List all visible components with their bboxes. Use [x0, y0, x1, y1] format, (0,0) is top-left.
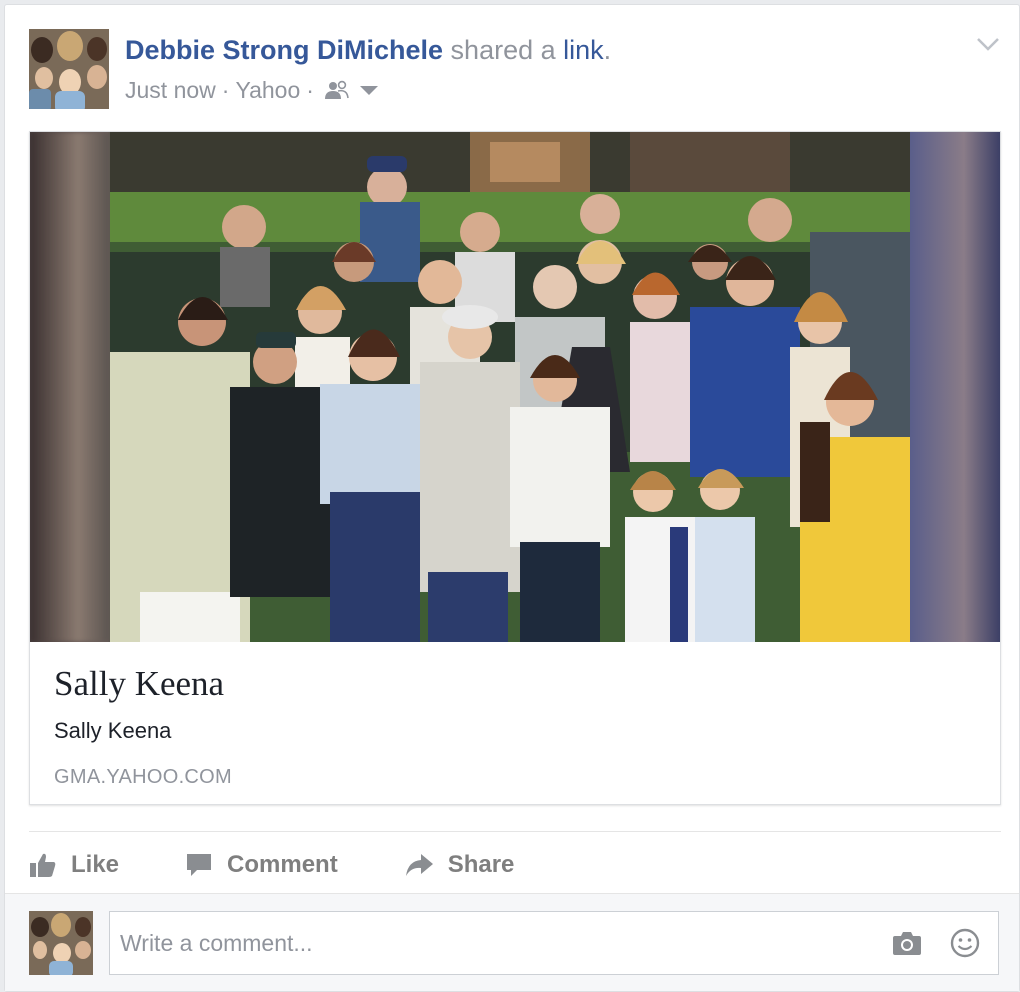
preview-domain: GMA.YAHOO.COM	[54, 766, 232, 788]
shared-link[interactable]: link	[563, 35, 604, 65]
group-photo	[110, 132, 920, 642]
like-label: Like	[71, 851, 120, 878]
author-avatar[interactable]	[29, 29, 109, 109]
comment-icon	[187, 854, 212, 876]
header-period: .	[603, 35, 612, 65]
post-meta: Just now · Yahoo ·	[125, 75, 380, 105]
comment-box	[109, 911, 999, 975]
commenter-avatar[interactable]	[29, 911, 93, 975]
audience-selector[interactable]	[324, 80, 380, 100]
like-button[interactable]: Like	[29, 851, 119, 879]
post-header-line: Debbie Strong DiMichele shared a link.	[125, 33, 611, 67]
camera-icon[interactable]	[892, 930, 922, 956]
emoji-icon[interactable]	[950, 928, 980, 958]
post-actions: Like Comment Share	[29, 845, 580, 885]
shared-text: shared a	[443, 35, 564, 65]
thumbs-up-icon	[30, 853, 56, 877]
image-blur-edge-right	[910, 132, 1000, 642]
share-arrow-icon	[405, 854, 433, 876]
meta-separator-2: ·	[306, 77, 314, 103]
link-preview[interactable]: Sally Keena Sally Keena GMA.YAHOO.COM	[29, 131, 1001, 805]
preview-title[interactable]: Sally Keena	[54, 664, 224, 704]
friends-icon	[324, 80, 349, 99]
audience-dropdown-icon	[359, 86, 378, 95]
preview-image[interactable]	[30, 132, 1000, 642]
share-label: Share	[447, 851, 515, 878]
share-button[interactable]: Share	[404, 851, 515, 879]
actions-divider	[29, 831, 1001, 832]
post-card: Debbie Strong DiMichele shared a link. J…	[4, 4, 1020, 992]
preview-description: Sally Keena	[54, 718, 172, 743]
author-name-link[interactable]: Debbie Strong DiMichele	[125, 35, 443, 65]
chevron-down-icon[interactable]	[975, 35, 1001, 53]
comment-input[interactable]	[120, 912, 860, 974]
meta-separator: ·	[221, 77, 230, 103]
timestamp-link[interactable]: Just now	[125, 75, 216, 105]
image-blur-edge-left	[30, 132, 110, 642]
source-link[interactable]: Yahoo	[235, 75, 300, 105]
comment-label: Comment	[227, 851, 338, 878]
comment-button[interactable]: Comment	[185, 851, 338, 879]
